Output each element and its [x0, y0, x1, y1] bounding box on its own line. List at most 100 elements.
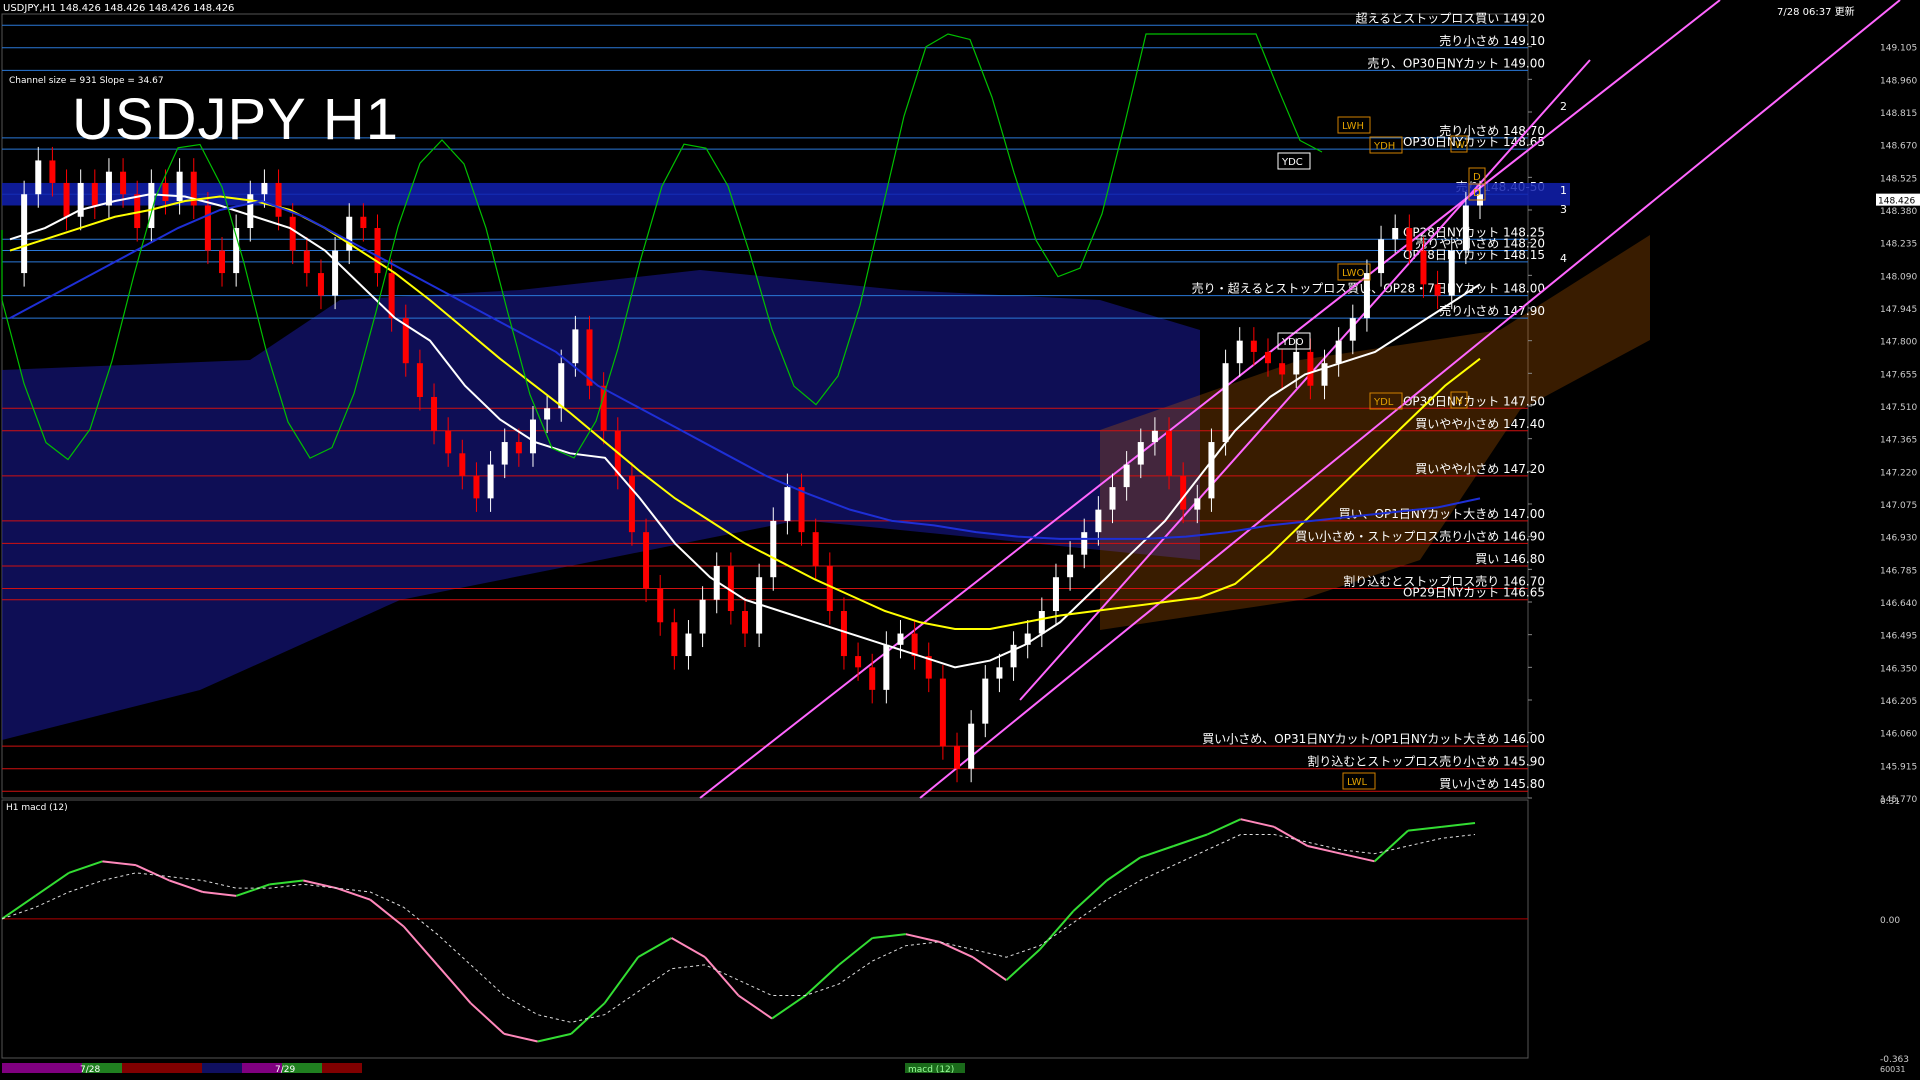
- y-tick-label: 146.640: [1880, 599, 1917, 609]
- price-level-label: 売り小さめ 147.90: [1439, 303, 1545, 318]
- y-tick-label: 147.075: [1880, 501, 1917, 511]
- y-tick-label: 148.380: [1880, 207, 1917, 217]
- ichimoku-cloud: [2, 270, 1200, 740]
- candle-body: [1208, 442, 1215, 499]
- candle-body: [798, 487, 805, 533]
- marker-box-label: LWO: [1342, 268, 1365, 279]
- candle-body: [572, 329, 579, 364]
- y-tick-label: 145.915: [1880, 762, 1917, 772]
- macd-line-segment: [1039, 910, 1075, 951]
- price-level-label: 売り小さめ 149.10: [1439, 33, 1545, 48]
- candle-body: [770, 520, 777, 578]
- marker-box-label: YDO: [1281, 337, 1304, 348]
- marker-box-label: LWH: [1342, 121, 1364, 132]
- candle-body: [1137, 442, 1144, 465]
- candle-body: [459, 453, 466, 476]
- macd-line-segment: [671, 937, 706, 959]
- candle-body: [643, 532, 650, 589]
- marker-box-label: D: [1473, 172, 1481, 183]
- macd-line-segment: [269, 879, 304, 886]
- candle-body: [219, 250, 226, 274]
- macd-line-segment: [503, 1032, 538, 1043]
- candle-body: [1335, 340, 1342, 364]
- y-tick-label: 148.670: [1880, 142, 1917, 152]
- price-level-label: 買い 146.80: [1475, 552, 1545, 566]
- y-tick-label: 149.105: [1880, 44, 1917, 54]
- price-level-label: 割り込むとストップロス売り小さめ 145.90: [1307, 754, 1545, 769]
- candle-body: [431, 396, 438, 431]
- candle-body: [1067, 554, 1074, 578]
- target-number: 1: [1560, 184, 1567, 197]
- macd-line-segment: [838, 937, 874, 966]
- y-tick-label: 147.655: [1880, 370, 1917, 380]
- macd-line-segment: [68, 860, 103, 874]
- price-chart[interactable]: 超えるとストップロス買い 149.20 売り小さめ 149.10 売り、OP30日N…: [0, 0, 1920, 1080]
- candle-body: [35, 160, 42, 195]
- price-level-label: OP29日NYカット 146.65: [1403, 586, 1545, 600]
- candle-body: [1222, 363, 1229, 443]
- candle-body: [840, 611, 847, 657]
- candle-body: [416, 363, 423, 397]
- candle-body: [1236, 340, 1243, 364]
- candle-body: [289, 216, 296, 251]
- candle-body: [1081, 532, 1088, 555]
- macd-y-tick-label: 0.31: [1880, 797, 1900, 807]
- candle-body: [897, 633, 904, 645]
- candle-body: [883, 644, 890, 690]
- candle-body: [685, 633, 692, 657]
- y-tick-label: 146.350: [1880, 664, 1917, 674]
- candle-body: [657, 588, 664, 623]
- candle-body: [996, 667, 1003, 679]
- macd-line-segment: [1407, 825, 1442, 832]
- macd-line-segment: [603, 956, 639, 1004]
- candle-body: [1434, 284, 1441, 296]
- candle-body: [1462, 205, 1469, 251]
- price-level-label: 買いやや小さめ 147.40: [1415, 417, 1545, 431]
- macd-line-segment: [1441, 822, 1476, 828]
- y-tick-label: 148.960: [1880, 76, 1917, 86]
- indicator-tab-label: macd (12): [908, 1065, 954, 1075]
- candle-body: [261, 182, 268, 195]
- candle-body: [1052, 577, 1059, 612]
- channel-info: Channel size = 931 Slope = 34.67: [9, 76, 164, 86]
- candle-body: [1166, 430, 1173, 476]
- macd-title: H1 macd (12): [6, 803, 68, 813]
- x-axis-date-1: 7/28: [80, 1065, 100, 1075]
- candle-body: [939, 678, 946, 747]
- candle-body: [812, 532, 819, 566]
- macd-line-segment: [1240, 818, 1275, 828]
- candle-body: [826, 565, 833, 612]
- macd-y-tick-label: -0.363: [1880, 1055, 1909, 1065]
- current-price-label: 148.426: [1878, 197, 1915, 207]
- candle-body: [275, 182, 282, 217]
- macd-line-segment: [1273, 825, 1309, 847]
- y-tick-label: 146.495: [1880, 632, 1917, 642]
- symbol-header: USDJPY,H1 148.426 148.426 148.426 148.42…: [3, 3, 235, 14]
- candle-body: [968, 723, 975, 769]
- timeline-segment: [322, 1063, 362, 1073]
- y-tick-label: 147.365: [1880, 436, 1917, 446]
- macd-line-segment: [1139, 845, 1175, 859]
- chart-title: USDJPY H1: [72, 87, 400, 152]
- candle-body: [954, 746, 961, 769]
- y-tick-label: 146.060: [1880, 730, 1917, 740]
- candle-body: [1194, 498, 1201, 510]
- macd-line-segment: [102, 860, 137, 867]
- macd-line-segment: [872, 933, 907, 940]
- y-tick-label: 146.205: [1880, 697, 1917, 707]
- candle-body: [204, 205, 211, 251]
- y-tick-label: 147.510: [1880, 403, 1917, 413]
- macd-line-segment: [637, 937, 673, 959]
- candle-body: [120, 171, 127, 195]
- candle-body: [869, 667, 876, 690]
- y-tick-label: 146.785: [1880, 566, 1917, 576]
- marker-box-label: YDC: [1281, 157, 1303, 168]
- price-level-label: 売り、OP30日NYカット 149.00: [1367, 55, 1545, 70]
- candle-body: [699, 599, 706, 634]
- macd-line-segment: [938, 940, 974, 959]
- candle-body: [784, 487, 791, 521]
- price-level-label: 買い小さめ 145.80: [1439, 777, 1545, 791]
- candle-body: [1123, 464, 1130, 488]
- candle-body: [1448, 250, 1455, 296]
- candle-body: [162, 182, 169, 201]
